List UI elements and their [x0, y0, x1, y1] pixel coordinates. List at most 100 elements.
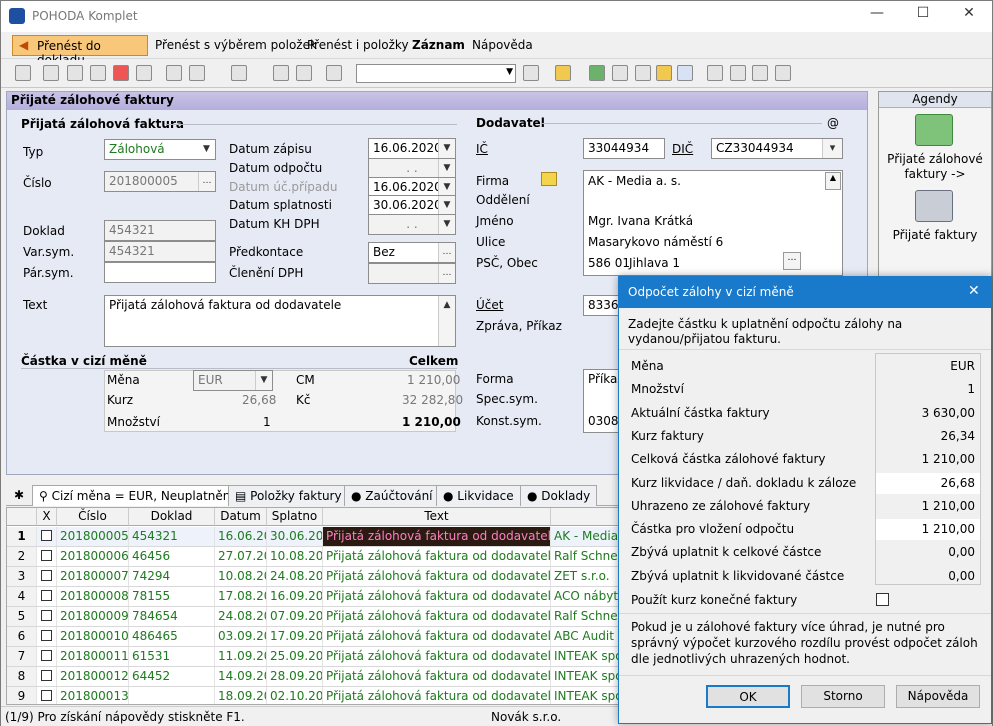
parsym-field[interactable] — [104, 262, 216, 283]
pdf-icon[interactable] — [113, 65, 129, 81]
menu-item-prenest-do-dokladu[interactable]: ◀ Přenést do dokladu — [12, 35, 148, 67]
dic-field[interactable]: CZ33044934 ▾ — [711, 138, 843, 159]
menu-item-prenest-s-vyberem[interactable]: Přenést s výběrem položek — [155, 38, 317, 52]
row-checkbox[interactable] — [41, 530, 52, 541]
text-field[interactable]: Přijatá zálohová faktura od dodavatele ▲ — [104, 295, 456, 347]
menu-item-prenest-i-polozky[interactable]: Přenést i položky — [307, 38, 409, 52]
maximize-button[interactable]: ☐ — [900, 5, 946, 27]
grid-header-splatno[interactable]: Splatno — [267, 508, 323, 526]
ic-label[interactable]: IČ — [476, 142, 488, 156]
checkbox-cell[interactable] — [37, 527, 57, 546]
cislo-cell: 201800007 — [57, 567, 129, 586]
exit-icon[interactable] — [15, 65, 31, 81]
row-checkbox[interactable] — [41, 650, 52, 661]
message-icon[interactable] — [707, 65, 723, 81]
datum-odpoctu-field[interactable]: . . ▼ — [368, 158, 456, 179]
dialog-intro: Zadejte částku k uplatnění odpočtu záloh… — [628, 317, 903, 346]
filter-combo[interactable]: ▼ — [356, 64, 516, 83]
menu-item-zaznam[interactable]: Záznam — [412, 38, 465, 52]
copy-icon[interactable] — [43, 65, 59, 81]
report-icon[interactable] — [136, 65, 152, 81]
checkbox-cell[interactable] — [37, 647, 57, 666]
edit-icon[interactable] — [189, 65, 205, 81]
checkbox-cell[interactable] — [37, 607, 57, 626]
cancel-button[interactable]: Storno — [801, 685, 885, 708]
back-icon[interactable] — [231, 65, 247, 81]
datum-splatnosti-field[interactable]: 30.06.2020 ▼ — [368, 195, 456, 216]
coins-icon[interactable] — [656, 65, 672, 81]
tab-zauctovani[interactable]: ● Zaúčtování — [344, 485, 440, 506]
email-icon[interactable]: @ — [827, 116, 839, 130]
dialog-row-value[interactable]: 26,68 — [941, 476, 975, 490]
clipboard-icon[interactable] — [326, 65, 342, 81]
kc-value: 32 282,80 — [402, 393, 464, 407]
list-icon[interactable] — [730, 65, 746, 81]
dialog-close-icon[interactable]: ✕ — [968, 283, 980, 299]
grid-header-text[interactable]: Text — [323, 508, 551, 526]
mena-field[interactable]: EUR ▼ — [193, 370, 273, 391]
row-checkbox[interactable] — [41, 590, 52, 601]
row-checkbox[interactable] — [41, 550, 52, 561]
envelope-green-icon[interactable] — [915, 114, 953, 146]
tab-polozky[interactable]: ▤ Položky faktury — [228, 485, 349, 506]
checkbox-cell[interactable] — [37, 587, 57, 606]
filter-icon[interactable] — [523, 65, 539, 81]
checkbox-cell[interactable] — [37, 687, 57, 704]
notes-icon[interactable] — [752, 65, 768, 81]
help-button[interactable]: Nápověda — [896, 685, 980, 708]
address-book-icon[interactable] — [541, 172, 557, 186]
firma-scroll-icon[interactable]: ▲ — [825, 172, 841, 190]
typ-select[interactable]: Zálohová ▼ — [104, 139, 216, 160]
agenda-prijate-faktury[interactable]: Přijaté faktury — [883, 228, 987, 242]
row-checkbox[interactable] — [41, 570, 52, 581]
tab-likvidace[interactable]: ● Likvidace — [436, 485, 521, 506]
tab-cizi-mena[interactable]: ⚲ Cizí měna = EUR, Neuplatněné — [32, 485, 245, 506]
cleneni-field[interactable]: … — [368, 263, 456, 284]
tools-icon[interactable] — [775, 65, 791, 81]
pay-icon[interactable] — [589, 65, 605, 81]
predkontace-field[interactable]: Bez… — [368, 242, 456, 263]
cancel-edit-icon[interactable] — [296, 65, 312, 81]
ucet-label[interactable]: Účet — [476, 298, 503, 312]
checkbox-cell[interactable] — [37, 667, 57, 686]
ic-field[interactable]: 33044934 — [583, 138, 665, 159]
cislo-field[interactable]: 201800005… — [104, 171, 216, 192]
envelope-gray-icon[interactable] — [915, 190, 953, 222]
grid-header-cislo[interactable]: Číslo — [57, 508, 129, 526]
agenda-prijate-zalohove[interactable]: Přijaté zálohové faktury -> — [883, 152, 987, 182]
dialog-row-value[interactable]: 1 210,00 — [922, 522, 975, 536]
close-button[interactable]: ✕ — [946, 5, 992, 27]
iban-icon[interactable] — [677, 65, 693, 81]
calendar-icon[interactable] — [635, 65, 651, 81]
dialog-row-value: EUR — [950, 359, 975, 373]
asterisk-icon[interactable]: ✱ — [14, 488, 24, 502]
tab-doklady[interactable]: ● Doklady — [520, 485, 598, 506]
kurz-konecne-checkbox[interactable] — [876, 593, 889, 606]
folder-icon[interactable] — [555, 65, 571, 81]
minimize-button[interactable]: — — [854, 5, 900, 27]
checkbox-cell[interactable] — [37, 627, 57, 646]
grid-header-x[interactable]: X — [37, 508, 57, 526]
row-checkbox[interactable] — [41, 610, 52, 621]
checkbox-cell[interactable] — [37, 547, 57, 566]
doklad-field[interactable]: 454321 — [104, 220, 216, 241]
datum-zapisu-field[interactable]: 16.06.2020 ▼ — [368, 138, 456, 159]
varsym-field[interactable]: 454321 — [104, 241, 216, 262]
row-checkbox[interactable] — [41, 670, 52, 681]
checkbox-cell[interactable] — [37, 567, 57, 586]
grid-header-datum[interactable]: Datum — [215, 508, 267, 526]
chevron-down-icon: ▼ — [438, 215, 455, 234]
calculator-icon[interactable] — [612, 65, 628, 81]
obec-more-button[interactable]: … — [783, 252, 801, 270]
ok-button[interactable]: OK — [706, 685, 790, 708]
row-checkbox[interactable] — [41, 690, 52, 701]
save-icon[interactable] — [273, 65, 289, 81]
print-preview-icon[interactable] — [90, 65, 106, 81]
dic-label[interactable]: DIČ — [672, 142, 693, 156]
grid-header-doklad[interactable]: Doklad — [129, 508, 215, 526]
print-icon[interactable] — [67, 65, 83, 81]
menu-item-napoveda[interactable]: Nápověda — [472, 38, 533, 52]
row-checkbox[interactable] — [41, 630, 52, 641]
new-record-icon[interactable] — [166, 65, 182, 81]
datum-khdph-field[interactable]: . . ▼ — [368, 214, 456, 235]
